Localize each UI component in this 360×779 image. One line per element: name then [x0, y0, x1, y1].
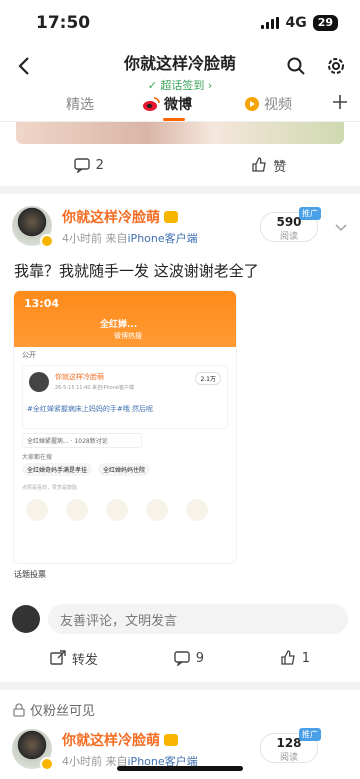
read-count-badge[interactable]: 128 阅读 推广	[260, 728, 321, 763]
comment-input[interactable]: 友善评论，文明发言	[48, 604, 348, 634]
tab-weibo[interactable]: 微博	[142, 94, 192, 114]
shot-public-label: 公开	[22, 351, 36, 359]
tab-video[interactable]: 视频	[244, 94, 292, 114]
shot-topic: 全红婵紧握病... · 1028新讨论	[22, 433, 142, 448]
battery-icon: 29	[312, 15, 338, 31]
comment-icon	[73, 158, 90, 173]
signal-icon	[261, 17, 280, 29]
avatar[interactable]	[12, 729, 54, 771]
nav-actions	[284, 54, 348, 78]
comment-button[interactable]: 9	[174, 650, 204, 666]
crown-icon	[164, 733, 178, 746]
post-meta: 4小时前 来自iPhone客户端	[62, 230, 198, 246]
shot-subtitle: 微博热搜	[114, 332, 142, 340]
source-prefix: 来自	[105, 231, 128, 245]
lock-icon	[13, 702, 25, 717]
promo-tag: 推广	[299, 728, 321, 741]
like-count: 1	[301, 650, 311, 666]
username-text: 你就这样冷脸萌	[62, 209, 160, 226]
thumbs-up-icon	[252, 157, 267, 172]
section-separator	[0, 186, 360, 194]
verified-icon	[40, 234, 54, 248]
section-separator	[0, 682, 360, 690]
commenter-avatar	[12, 605, 40, 633]
post-time: 4小时前	[62, 231, 102, 245]
shot-avatar	[29, 372, 49, 392]
prev-like-label: 赞	[273, 159, 287, 175]
shot-time: 13:04	[24, 297, 60, 310]
tab-featured-label: 精选	[66, 96, 94, 113]
shot-header: 13:04 全红婵... 微博热搜	[14, 291, 236, 347]
share-icon	[26, 499, 48, 521]
fans-only-text: 仅粉丝可见	[30, 704, 96, 719]
vote-label: 话题投票	[14, 570, 46, 579]
prev-comment-count: 2	[95, 157, 104, 173]
status-bar: 17:50 4G 29	[0, 0, 360, 46]
comment-row: 友善评论，文明发言	[12, 604, 348, 634]
shot-reads: 2.1万	[195, 372, 221, 385]
username-text: 你就这样冷脸萌	[62, 732, 160, 749]
shot-chip: 全红婵妈妈住院	[98, 463, 151, 476]
share-icon	[66, 499, 88, 521]
tab-bar: 精选 微博 视频	[0, 86, 360, 122]
shot-search-label: 大家都在搜	[22, 454, 53, 461]
prev-like-button[interactable]: 赞	[251, 156, 286, 175]
add-tab-icon[interactable]	[328, 90, 352, 114]
settings-icon[interactable]	[324, 54, 348, 78]
status-time: 17:50	[36, 13, 91, 33]
video-icon	[245, 96, 259, 111]
share-icon	[106, 499, 128, 521]
share-icon	[146, 499, 168, 521]
post-screenshot-image[interactable]: 13:04 全红婵... 微博热搜 公开 你就这样冷脸萌 26-5-15 11:…	[14, 291, 236, 563]
fans-only-label: 仅粉丝可见	[0, 690, 360, 719]
back-icon[interactable]	[12, 54, 36, 78]
shot-meta: 26-5-15 11:40 来自iPhone客户端	[55, 385, 134, 391]
post-actions: 转发 9 1	[12, 634, 348, 682]
avatar[interactable]	[12, 206, 54, 248]
read-label: 阅读	[279, 753, 298, 763]
post-username[interactable]: 你就这样冷脸萌	[62, 207, 198, 227]
tab-featured[interactable]: 精选	[66, 94, 94, 114]
shot-hint: 点赞是喜欢，赞赏是鼓励	[22, 485, 78, 491]
status-right: 4G 29	[261, 15, 338, 31]
tab-video-label: 视频	[264, 96, 292, 113]
chevron-down-icon[interactable]	[334, 218, 348, 237]
shot-share-icons	[14, 495, 236, 525]
promo-tag: 推广	[299, 207, 321, 220]
repost-button[interactable]: 转发	[50, 649, 98, 668]
share-icon	[186, 499, 208, 521]
like-button[interactable]: 1	[280, 650, 310, 666]
shot-title: 全红婵...	[100, 320, 138, 330]
tab-weibo-label: 微博	[164, 96, 192, 113]
shot-text: #全红婵紧握病床上妈妈的手#哦 然后呢	[27, 405, 153, 413]
home-indicator	[117, 766, 243, 771]
thumbs-up-icon	[281, 650, 295, 665]
active-tab-underline	[163, 118, 185, 121]
comment-icon	[174, 651, 190, 666]
network-label: 4G	[285, 15, 307, 31]
post-time: 4小时前	[62, 754, 102, 768]
repost-icon	[50, 650, 66, 665]
read-count-badge[interactable]: 590 阅读 推广	[260, 207, 321, 242]
post-text: 我靠？我就随手一发 这波谢谢老全了	[14, 262, 259, 280]
prev-comment-button[interactable]: 2	[73, 157, 104, 173]
top-nav: 你就这样冷脸萌 ✓ 超话签到 ›	[0, 46, 360, 92]
crown-icon	[164, 210, 178, 223]
post-source: iPhone客户端	[127, 231, 198, 245]
previous-post-image[interactable]	[16, 122, 344, 144]
previous-post-actions: 2 赞	[0, 144, 360, 186]
read-label: 阅读	[279, 232, 298, 242]
verified-icon	[40, 757, 54, 771]
weibo-icon	[143, 96, 160, 111]
post-username[interactable]: 你就这样冷脸萌	[62, 730, 198, 750]
comment-count: 9	[195, 650, 204, 666]
shot-chips: 全红婵奇妈手满是孝挂 全红婵妈妈住院	[22, 463, 228, 476]
shot-card: 你就这样冷脸萌 26-5-15 11:40 来自iPhone客户端 2.1万 #…	[22, 365, 228, 429]
shot-username: 你就这样冷脸萌	[55, 373, 104, 381]
repost-label: 转发	[71, 652, 98, 668]
shot-chip: 全红婵奇妈手满是孝挂	[22, 463, 93, 476]
search-icon[interactable]	[284, 54, 308, 78]
weibo-post: 你就这样冷脸萌 4小时前 来自iPhone客户端 590 阅读 推广 我靠？我就…	[0, 194, 360, 682]
